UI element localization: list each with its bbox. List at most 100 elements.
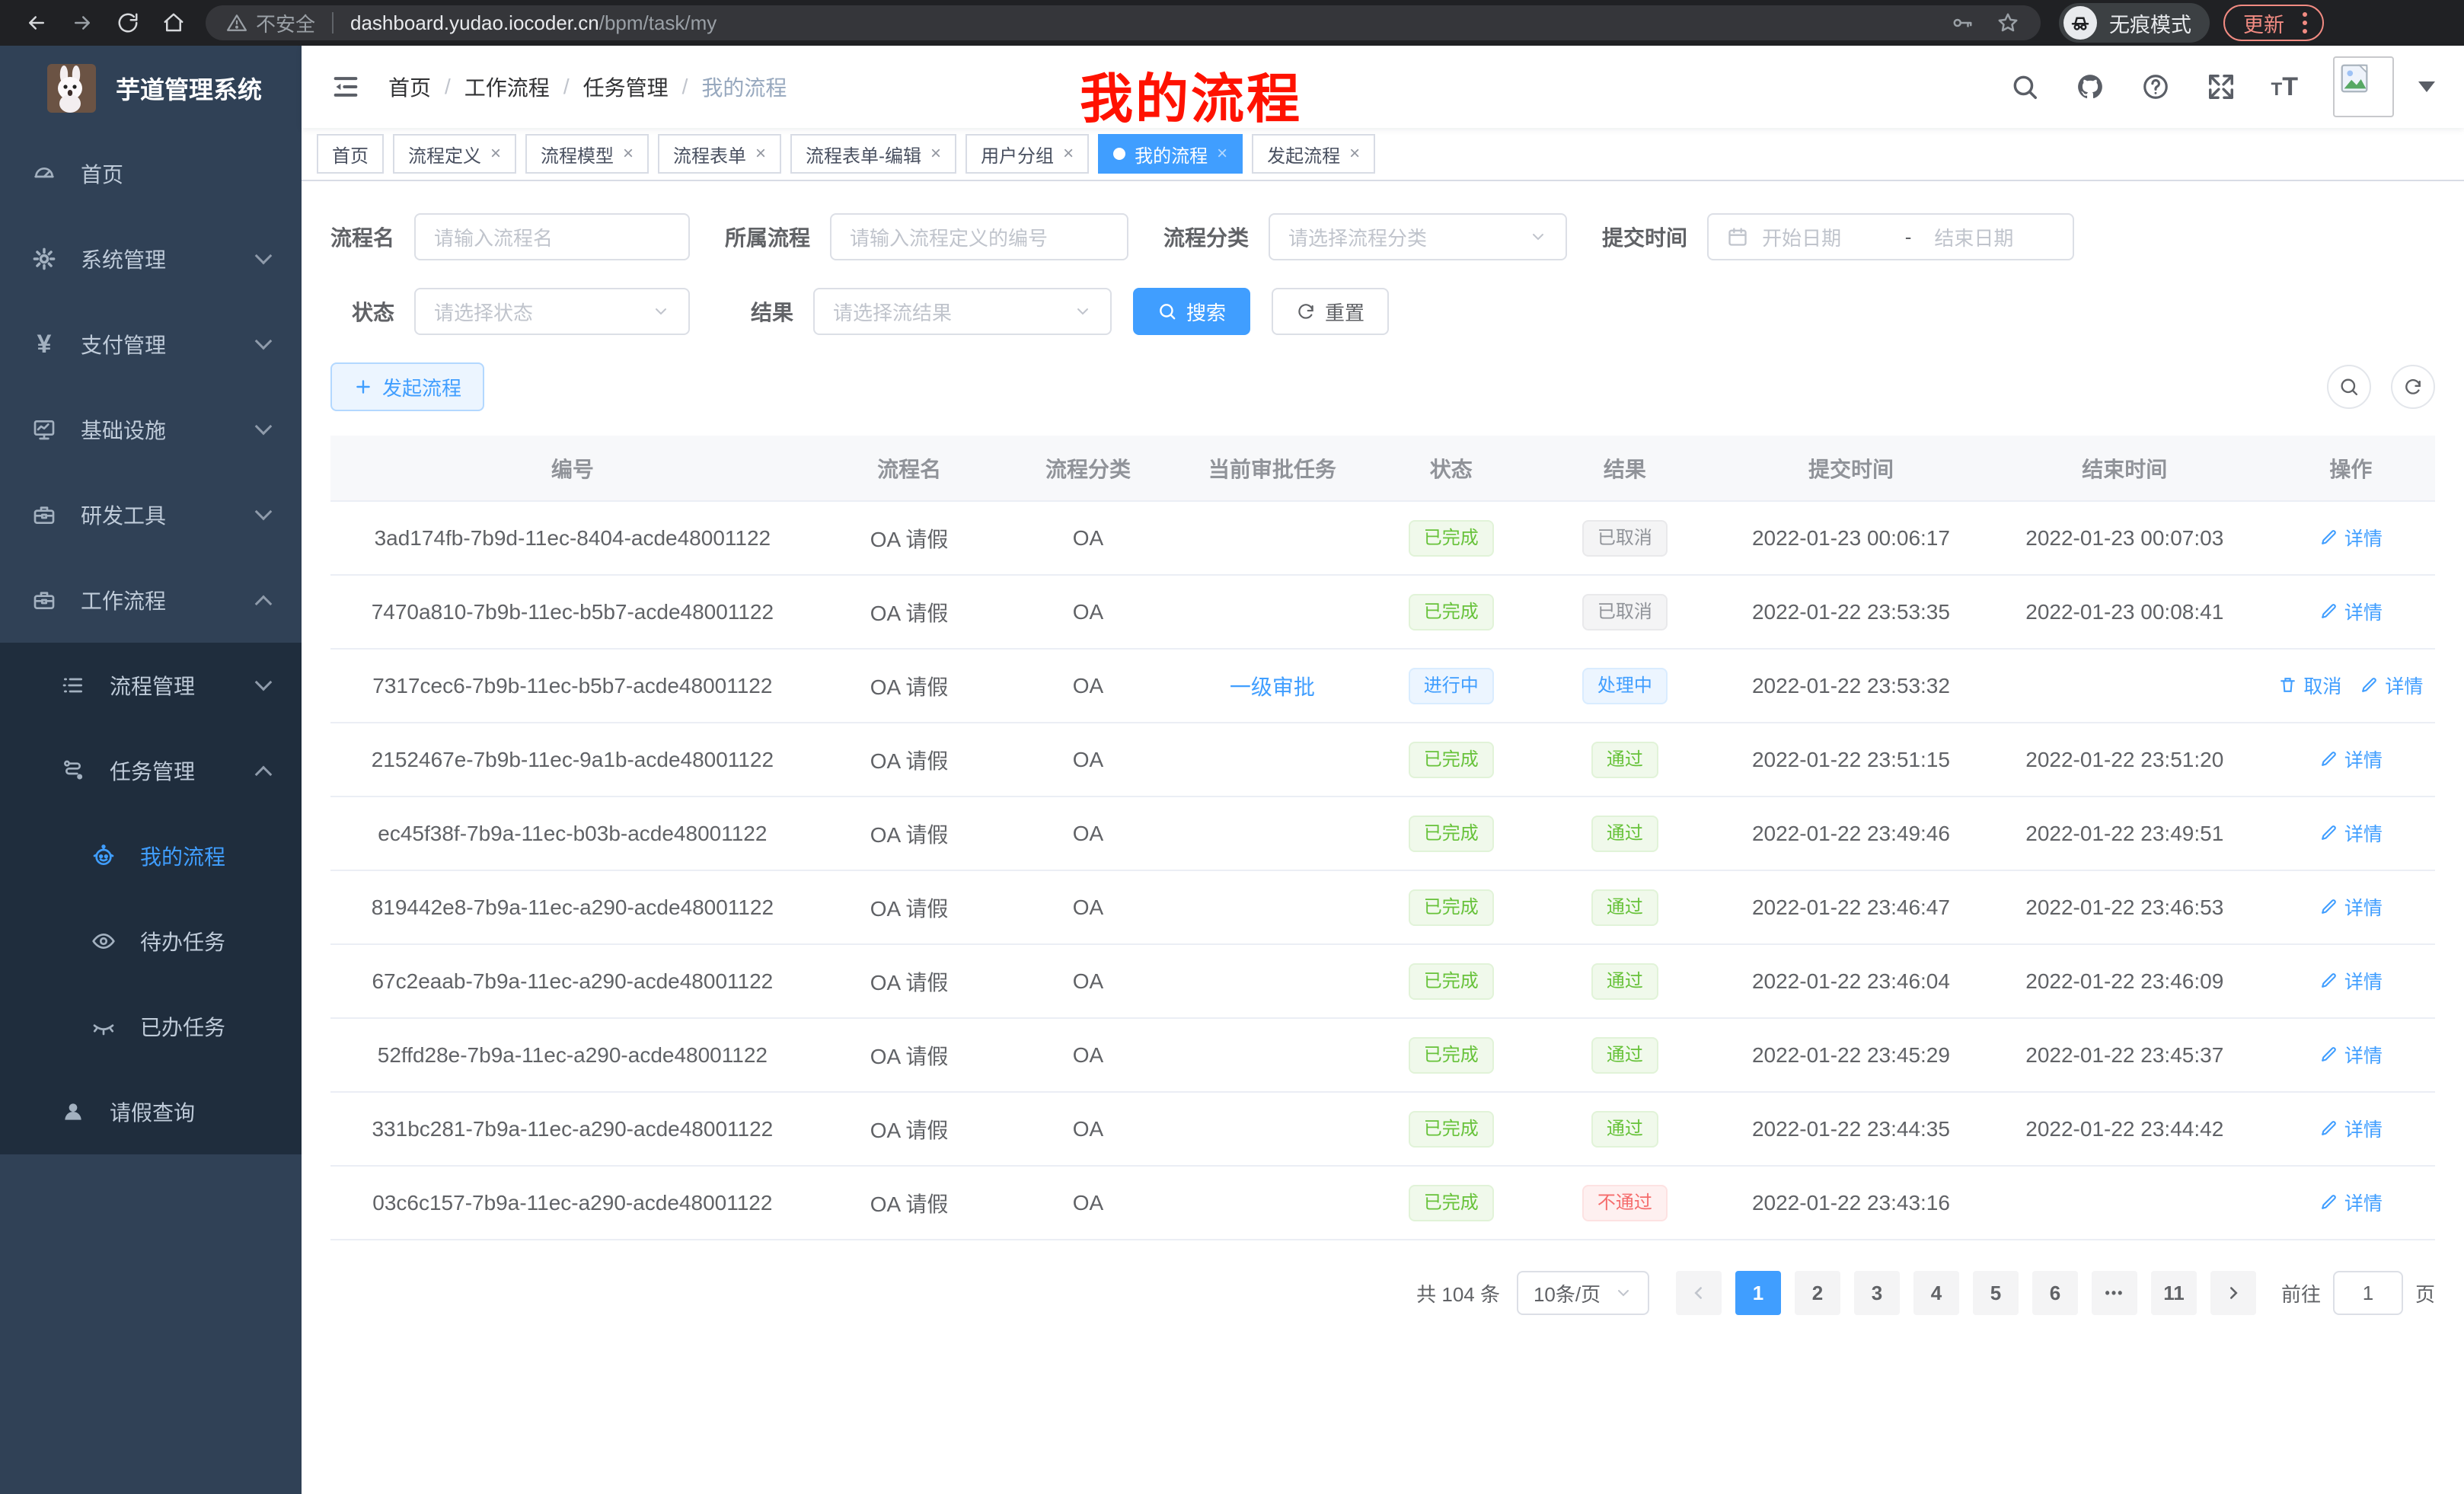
detail-link[interactable]: 详情 xyxy=(2319,967,2383,994)
breadcrumb-item[interactable]: 任务管理 xyxy=(583,72,669,102)
cell-submit-time: 2022-01-22 23:53:32 xyxy=(1719,649,1983,723)
breadcrumb-separator: / xyxy=(682,75,688,99)
search-icon xyxy=(2338,376,2360,397)
breadcrumb-item[interactable]: 首页 xyxy=(388,72,431,102)
process-definition-input[interactable]: 请输入流程定义的编号 xyxy=(830,213,1128,260)
update-label: 更新 xyxy=(2243,8,2284,38)
tab-label: 用户分组 xyxy=(981,141,1054,168)
tab-my-process[interactable]: 我的流程× xyxy=(1098,134,1243,174)
cell-submit-time: 2022-01-22 23:44:35 xyxy=(1719,1092,1983,1166)
sidebar-item-system[interactable]: 系统管理 xyxy=(0,216,302,302)
font-size-icon[interactable]: TT xyxy=(2271,72,2298,102)
page-button-5[interactable]: 5 xyxy=(1973,1271,2019,1315)
toggle-search-button[interactable] xyxy=(2327,365,2371,409)
sidebar-item-home[interactable]: 首页 xyxy=(0,131,302,216)
search-icon[interactable] xyxy=(2009,72,2040,102)
detail-link[interactable]: 详情 xyxy=(2319,1189,2383,1216)
date-range-picker[interactable]: 开始日期 - 结束日期 xyxy=(1707,213,2074,260)
close-icon[interactable]: × xyxy=(623,143,634,164)
app-logo[interactable]: 芋道管理系统 xyxy=(0,46,302,131)
sidebar-item-label: 基础设施 xyxy=(81,414,257,445)
tab-process-form[interactable]: 流程表单 × xyxy=(658,134,781,174)
page-size-select[interactable]: 10条/页 xyxy=(1517,1271,1649,1315)
yen-icon: ¥ xyxy=(30,330,58,358)
cancel-link[interactable]: 取消 xyxy=(2278,672,2341,699)
sidebar-item-dev-tools[interactable]: 研发工具 xyxy=(0,472,302,557)
breadcrumb-item[interactable]: 工作流程 xyxy=(464,72,550,102)
chevron-down-icon xyxy=(255,333,273,350)
bookmark-star-icon[interactable] xyxy=(1996,11,2019,34)
sidebar-item-my-process[interactable]: 我的流程 xyxy=(0,813,302,899)
back-icon[interactable] xyxy=(23,9,50,37)
not-secure-indicator[interactable]: 不安全 xyxy=(227,9,315,37)
refresh-table-button[interactable] xyxy=(2391,365,2435,409)
sidebar-item-process-management[interactable]: 流程管理 xyxy=(0,643,302,728)
sidebar-collapse-icon[interactable] xyxy=(330,72,361,102)
tab-process-model[interactable]: 流程模型× xyxy=(525,134,649,174)
detail-link[interactable]: 详情 xyxy=(2319,745,2383,773)
table-header-row: 编号 流程名 流程分类 当前审批任务 状态 结果 提交时间 结束时间 操作 xyxy=(330,436,2435,501)
goto-page-input[interactable]: 1 xyxy=(2333,1271,2403,1315)
address-bar[interactable]: 不安全 dashboard.yudao.iocoder.cn /bpm/task… xyxy=(206,5,2041,40)
close-icon[interactable]: × xyxy=(755,143,766,164)
reload-icon[interactable] xyxy=(114,9,142,37)
help-icon[interactable] xyxy=(2140,72,2171,102)
more-pages-button[interactable]: ••• xyxy=(2092,1271,2137,1315)
security-label: 不安全 xyxy=(256,9,315,37)
page-button-6[interactable]: 6 xyxy=(2032,1271,2078,1315)
forward-icon[interactable] xyxy=(69,9,96,37)
status-select[interactable]: 请选择状态 xyxy=(414,288,690,335)
sidebar-item-leave-query[interactable]: 请假查询 xyxy=(0,1069,302,1154)
detail-link[interactable]: 详情 xyxy=(2319,1115,2383,1142)
avatar[interactable] xyxy=(2333,56,2394,117)
sidebar-item-infrastructure[interactable]: 基础设施 xyxy=(0,387,302,472)
reset-button[interactable]: 重置 xyxy=(1272,288,1389,335)
tab-user-group[interactable]: 用户分组 × xyxy=(965,134,1089,174)
sidebar-item-workflow[interactable]: 工作流程 xyxy=(0,557,302,643)
avatar-caret-icon[interactable] xyxy=(2418,81,2435,92)
tab-home[interactable]: 首页 xyxy=(317,134,384,174)
detail-link[interactable]: 详情 xyxy=(2319,893,2383,921)
result-select[interactable]: 请选择流结果 xyxy=(813,288,1112,335)
current-task-link[interactable]: 一级审批 xyxy=(1230,675,1315,699)
cell-id: 7317cec6-7b9b-11ec-b5b7-acde48001122 xyxy=(330,649,815,723)
page-button-1[interactable]: 1 xyxy=(1735,1271,1781,1315)
process-name-input[interactable]: 请输入流程名 xyxy=(414,213,690,260)
detail-link[interactable]: 详情 xyxy=(2319,819,2383,847)
sidebar-item-todo-tasks[interactable]: 待办任务 xyxy=(0,899,302,984)
process-category-select[interactable]: 请选择流程分类 xyxy=(1269,213,1567,260)
detail-link[interactable]: 详情 xyxy=(2319,598,2383,625)
cell-id: 67c2eaab-7b9a-11ec-a290-acde48001122 xyxy=(330,944,815,1018)
tab-start-process[interactable]: 发起流程× xyxy=(1252,134,1375,174)
page-button-11[interactable]: 11 xyxy=(2151,1271,2197,1315)
browser-menu-icon[interactable] xyxy=(2300,9,2310,37)
fullscreen-icon[interactable] xyxy=(2206,72,2236,102)
page-button-2[interactable]: 2 xyxy=(1795,1271,1840,1315)
sidebar-item-payment[interactable]: ¥ 支付管理 xyxy=(0,302,302,387)
prev-page-button[interactable] xyxy=(1676,1271,1722,1315)
next-page-button[interactable] xyxy=(2210,1271,2256,1315)
chrome-update-button[interactable]: 更新 xyxy=(2223,5,2324,41)
sidebar-item-task-management[interactable]: 任务管理 xyxy=(0,728,302,813)
page-button-4[interactable]: 4 xyxy=(1913,1271,1959,1315)
page-button-3[interactable]: 3 xyxy=(1854,1271,1900,1315)
close-icon[interactable]: × xyxy=(1063,143,1074,164)
tab-process-form-edit[interactable]: 流程表单-编辑× xyxy=(790,134,956,174)
tab-label: 流程表单 xyxy=(673,141,746,168)
close-icon[interactable]: × xyxy=(930,143,941,164)
tab-process-definition[interactable]: 流程定义× xyxy=(393,134,516,174)
detail-link[interactable]: 详情 xyxy=(2360,672,2423,699)
github-icon[interactable] xyxy=(2075,72,2105,102)
close-icon[interactable]: × xyxy=(1217,143,1227,164)
tags-view-bar: 首页 流程定义× 流程模型× 流程表单 × 流程表单-编辑× 用户分组 × 我的流程… xyxy=(302,128,2464,181)
close-icon[interactable]: × xyxy=(1349,143,1360,164)
search-button[interactable]: 搜索 xyxy=(1133,288,1250,335)
start-process-button[interactable]: 发起流程 xyxy=(330,362,484,411)
detail-link[interactable]: 详情 xyxy=(2319,524,2383,551)
close-icon[interactable]: × xyxy=(490,143,501,164)
cell-end-time: 2022-01-22 23:46:09 xyxy=(1983,944,2267,1018)
detail-link[interactable]: 详情 xyxy=(2319,1041,2383,1068)
home-icon[interactable] xyxy=(160,9,187,37)
password-key-icon[interactable] xyxy=(1951,11,1974,34)
sidebar-item-done-tasks[interactable]: 已办任务 xyxy=(0,984,302,1069)
